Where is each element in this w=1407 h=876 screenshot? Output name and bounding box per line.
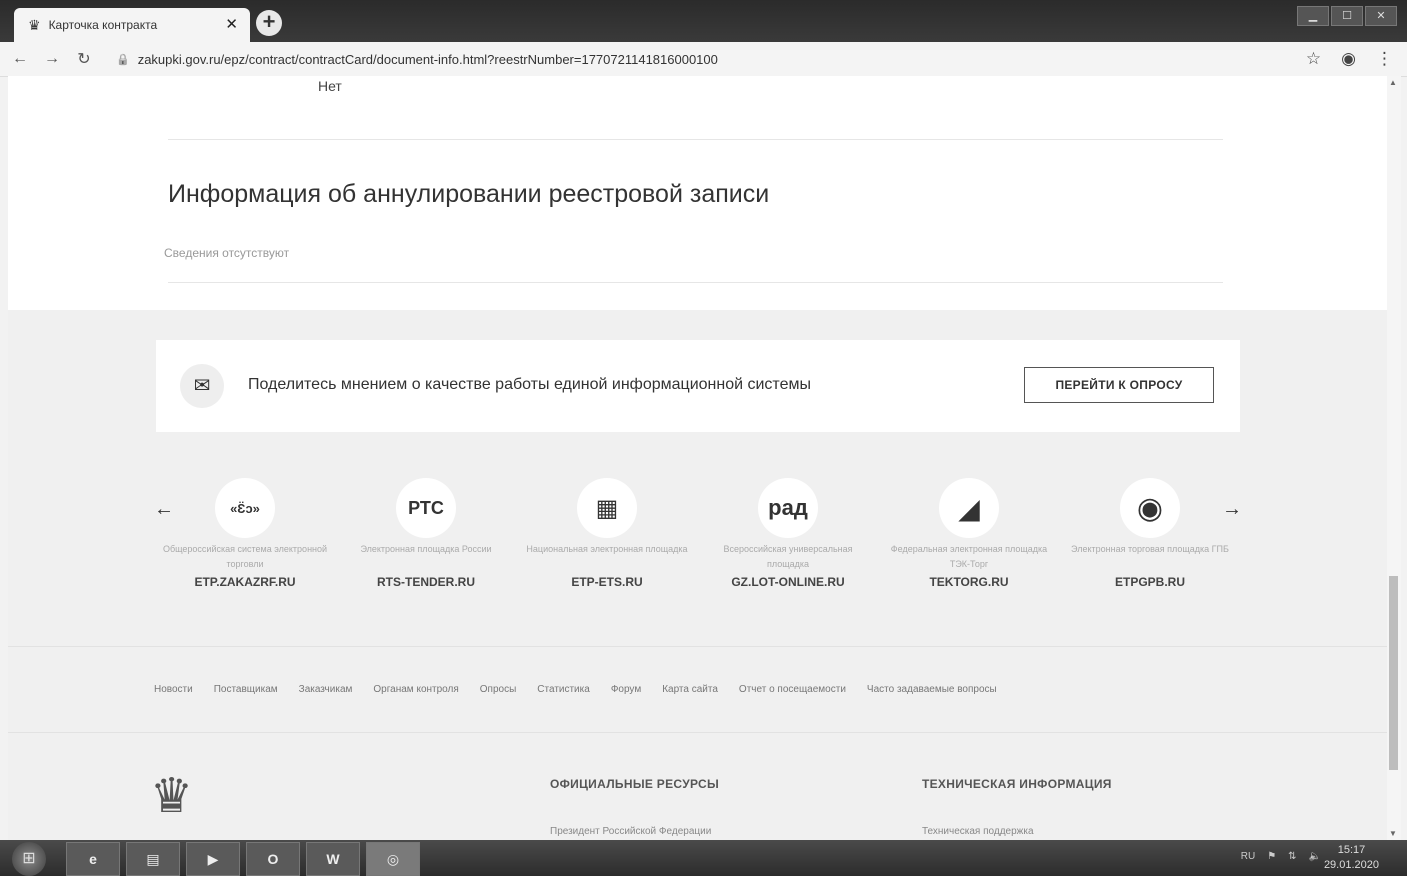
no-info-text: Сведения отсутствуют [164,246,290,260]
footer-link[interactable]: Органам контроля [373,684,458,695]
official-resource-link[interactable]: Президент Российской Федерации [550,826,711,837]
go-to-survey-button[interactable]: ПЕРЕЙТИ К ОПРОСУ [1024,367,1214,403]
section-title: Информация об аннулировании реестровой з… [168,180,770,208]
platform-description: Национальная электронная площадка [526,544,688,554]
platform-item[interactable]: ◉ Электронная торговая площадка ГПБ ETPG… [1065,478,1235,589]
carousel-next-arrow-icon[interactable]: → [1222,498,1242,521]
menu-dots-icon[interactable]: ⋮ [1376,49,1393,69]
system-tray: RU ⚑ ⇅ 🔈 [1241,851,1321,862]
technical-support-link[interactable]: Техническая поддержка [922,826,1034,837]
platform-description: Общероссийская система электронной торго… [162,544,328,569]
platform-name: ETP-ETS.RU [571,575,643,589]
footer-link[interactable]: Новости [154,684,193,695]
footer-link[interactable]: Форум [611,684,641,695]
platform-description: Всероссийская универсальная площадка [723,544,853,569]
footer-link[interactable]: Поставщикам [214,684,278,695]
address-bar-row: ← → ↻ 🔒 zakupki.gov.ru/epz/contract/cont… [0,42,1407,77]
platform-item[interactable]: «Ɛ̈ɔ» Общероссийская система электронной… [160,478,330,589]
footer-link[interactable]: Отчет о посещаемости [739,684,846,695]
platform-logo: РТС [396,478,456,538]
scroll-down-icon[interactable]: ▼ [1389,829,1397,838]
footer-link[interactable]: Часто задаваемые вопросы [867,684,997,695]
flag-icon[interactable]: ⚑ [1267,851,1276,862]
scroll-up-icon[interactable]: ▲ [1389,78,1397,87]
footer-link[interactable]: Статистика [537,684,590,695]
footer-link[interactable]: Карта сайта [662,684,718,695]
bookmark-star-icon[interactable]: ☆ [1306,49,1321,69]
window-controls: ▁ ☐ ✕ [1297,6,1397,26]
scroll-thumb[interactable] [1389,576,1398,770]
platform-logo: ▦ [577,478,637,538]
profile-icon[interactable]: ◉ [1341,49,1356,69]
coat-of-arms-icon: ♛ [150,770,194,823]
platform-logo: «Ɛ̈ɔ» [215,478,275,538]
divider [168,282,1223,283]
platform-name: ETPGPB.RU [1114,575,1185,589]
new-tab-button[interactable]: + [256,10,282,36]
platforms-carousel: ← «Ɛ̈ɔ» Общероссийская система электронн… [150,478,1250,608]
footer-link[interactable]: Опросы [480,684,517,695]
platform-logo: ◢ [939,478,999,538]
page-content: Нет Информация об аннулировании реестров… [8,76,1387,310]
browser-tab[interactable]: ♛ Карточка контракта ✕ [14,8,250,42]
platform-description: Федеральная электронная площадка ТЭК-Тор… [890,544,1048,569]
official-resources-title: ОФИЦИАЛЬНЫЕ РЕСУРСЫ [550,777,720,791]
platform-item[interactable]: ◢ Федеральная электронная площадка ТЭК-Т… [884,478,1054,589]
forward-icon[interactable]: → [40,50,64,68]
page-scrollbar[interactable]: ▲ ▼ [1387,76,1401,840]
lock-icon: 🔒 [116,53,130,66]
survey-text: Поделитесь мнением о качестве работы еди… [248,376,811,393]
technical-info-title: ТЕХНИЧЕСКАЯ ИНФОРМАЦИЯ [922,777,1112,791]
maximize-button[interactable]: ☐ [1331,6,1363,26]
chrome-icon[interactable]: ◎ [366,842,420,876]
platform-name: RTS-TENDER.RU [377,575,475,589]
divider [8,646,1387,647]
tab-title: Карточка контракта [48,18,158,32]
browser-tab-bar: ♛ Карточка контракта ✕ + ▁ ☐ ✕ [0,0,1407,42]
platform-item[interactable]: ▦ Национальная электронная площадка ETP-… [522,478,692,589]
platform-name: TEKTORG.RU [929,575,1009,589]
platform-description: Электронная площадка России [360,544,492,554]
windows-taskbar: ⊞ e ▤ ▶ O W ◎ RU ⚑ ⇅ 🔈 15:17 29.01.2020 [0,840,1407,876]
divider [168,139,1223,140]
platform-item[interactable]: РТС Электронная площадка России RTS-TEND… [341,478,511,589]
language-indicator[interactable]: RU [1241,851,1255,862]
platform-name: GZ.LOT-ONLINE.RU [731,575,845,589]
reload-icon[interactable]: ↻ [72,49,96,69]
close-tab-icon[interactable]: ✕ [225,15,238,33]
outlook-icon[interactable]: O [246,842,300,876]
platform-logo: ◉ [1120,478,1180,538]
survey-banner: ✉ Поделитесь мнением о качестве работы е… [156,340,1240,432]
start-button[interactable]: ⊞ [12,842,46,876]
divider [8,732,1387,733]
clock-time: 15:17 [1337,844,1366,856]
emblem-favicon-icon: ♛ [28,16,41,33]
footer-nav: Новости Поставщикам Заказчикам Органам к… [154,684,997,695]
system-clock[interactable]: 15:17 29.01.2020 [1324,843,1379,873]
mail-icon: ✉ [180,364,224,408]
volume-icon[interactable]: 🔈 [1309,851,1321,862]
platform-logo: рад [758,478,818,538]
network-icon[interactable]: ⇅ [1288,851,1296,862]
ie-icon[interactable]: e [66,842,120,876]
close-window-button[interactable]: ✕ [1365,6,1397,26]
url-field[interactable]: 🔒 zakupki.gov.ru/epz/contract/contractCa… [116,52,718,67]
media-player-icon[interactable]: ▶ [186,842,240,876]
back-icon[interactable]: ← [8,50,32,68]
clock-date: 29.01.2020 [1323,859,1379,871]
platform-name: ETP.ZAKAZRF.RU [194,575,296,589]
platform-item[interactable]: рад Всероссийская универсальная площадка… [703,478,873,589]
word-icon[interactable]: W [306,842,360,876]
platform-description: Электронная торговая площадка ГПБ [1071,544,1229,554]
previous-field-value: Нет [318,78,342,94]
minimize-button[interactable]: ▁ [1297,6,1329,26]
footer-link[interactable]: Заказчикам [299,684,353,695]
explorer-icon[interactable]: ▤ [126,842,180,876]
url-text: zakupki.gov.ru/epz/contract/contractCard… [137,51,718,67]
